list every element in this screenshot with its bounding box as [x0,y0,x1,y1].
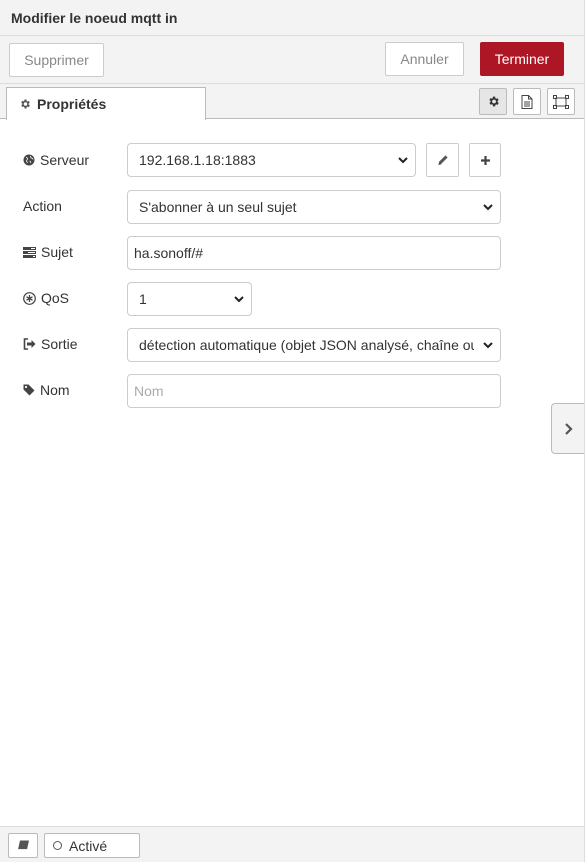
chevron-right-icon [565,422,573,435]
gear-icon [488,96,499,107]
action-label: Action [23,198,62,214]
dialog-title: Modifier le noeud mqtt in [11,10,178,26]
edit-server-button[interactable] [426,143,459,177]
tab-button-appearance[interactable] [547,88,575,115]
name-input[interactable] [127,374,501,408]
enabled-toggle[interactable]: Activé [44,833,140,858]
tag-icon [23,384,35,396]
qos-select-value: 1 [139,291,147,307]
add-server-button[interactable] [469,143,501,177]
name-label-row: Nom [23,382,70,398]
topic-label: Sujet [41,244,73,260]
document-icon [521,94,533,109]
topic-input[interactable] [127,236,501,270]
output-label-row: Sortie [23,336,78,352]
cancel-button[interactable]: Annuler [385,42,464,76]
output-label: Sortie [41,336,78,352]
plus-icon [480,155,490,165]
help-button[interactable] [8,833,38,858]
chevron-down-icon [483,342,493,349]
tab-button-description[interactable] [513,88,541,115]
sign-out-icon [23,338,36,350]
output-select[interactable]: détection automatique (objet JSON analys… [127,328,501,362]
done-button[interactable]: Terminer [480,42,564,76]
circle-icon [53,841,62,850]
chevron-down-icon [398,157,408,164]
book-icon [17,840,29,850]
server-select[interactable]: 192.168.1.18:1883 [127,143,416,177]
dialog-footer: Activé [0,826,585,862]
pencil-icon [437,155,448,165]
tasks-icon [23,246,36,258]
server-select-value: 192.168.1.18:1883 [139,152,256,168]
action-select-value: S'abonner à un seul sujet [139,199,297,215]
output-select-value: détection automatique (objet JSON analys… [139,337,474,353]
qos-select[interactable]: 1 [127,282,252,316]
tab-button-settings[interactable] [479,88,507,115]
expand-sidebar-button[interactable] [551,403,585,454]
action-select[interactable]: S'abonner à un seul sujet [127,190,501,224]
action-label-row: Action [23,198,62,214]
qos-label-row: QoS [23,290,69,306]
globe-icon [23,154,35,166]
frame-icon [553,94,569,109]
enabled-label: Activé [69,837,108,854]
chevron-down-icon [234,296,244,303]
tab-properties-label: Propriétés [37,96,107,112]
tabs-bar: Propriétés [0,84,585,120]
tab-properties[interactable]: Propriétés [6,87,206,120]
asterisk-circle-icon [23,291,36,305]
gear-icon [21,99,30,109]
server-label: Serveur [40,152,90,168]
chevron-down-icon [483,204,493,211]
server-label-row: Serveur [23,152,89,168]
qos-label: QoS [41,290,70,306]
delete-button[interactable]: Supprimer [9,43,104,77]
dialog-header: Modifier le noeud mqtt in [0,0,585,36]
topic-label-row: Sujet [23,244,73,260]
name-label: Nom [40,382,70,398]
dialog-toolbar: Supprimer Annuler Terminer [0,36,585,84]
